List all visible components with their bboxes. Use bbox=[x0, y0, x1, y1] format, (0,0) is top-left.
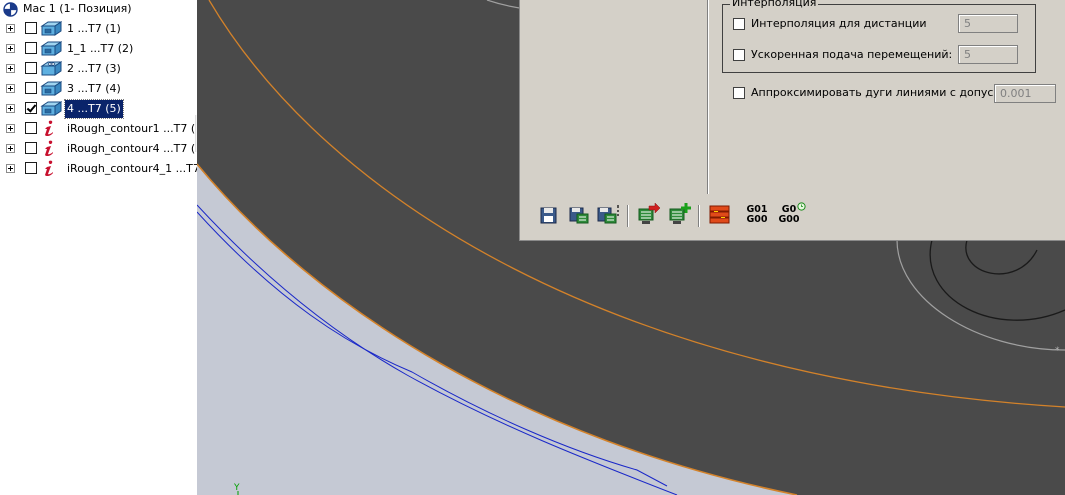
rapid-feed-label: Ускоренная подача перемещений: bbox=[751, 48, 953, 61]
tree-item-label: 1 ...T7 (1) bbox=[67, 22, 121, 35]
tree-item-label: 1_1 ...T7 (2) bbox=[67, 42, 134, 55]
rapid-feed-checkbox[interactable] bbox=[733, 49, 745, 61]
save-icon bbox=[540, 207, 557, 224]
tree-item-checkbox[interactable] bbox=[25, 162, 37, 174]
expand-toggle[interactable] bbox=[6, 144, 15, 153]
save-table-button[interactable] bbox=[568, 203, 590, 227]
toolbar-separator bbox=[698, 205, 700, 227]
approx-arcs-label: Аппроксимировать дуги линиями с допуском… bbox=[751, 86, 1019, 99]
tree-item-checkbox[interactable] bbox=[25, 142, 37, 154]
tree-item-label: iRough_contour4 ...T7 (7) bbox=[67, 142, 207, 155]
g00-label: G00 bbox=[778, 214, 800, 225]
expand-toggle[interactable] bbox=[6, 84, 15, 93]
tree-item-label: 2 ...T7 (3) bbox=[67, 62, 121, 75]
expand-toggle[interactable] bbox=[6, 104, 15, 113]
rapid-feed-input[interactable]: 5 bbox=[958, 45, 1018, 64]
machine-globe-icon bbox=[3, 2, 18, 17]
tree-item-checkbox[interactable] bbox=[25, 22, 37, 34]
save-all-button[interactable] bbox=[596, 203, 619, 227]
expand-toggle[interactable] bbox=[6, 64, 15, 73]
expand-toggle[interactable] bbox=[6, 124, 15, 133]
operation-tree[interactable]: Мас 1 (1- Позиция) 1 ...T7 (1) 1_1 ...T7 … bbox=[0, 0, 219, 495]
g0-g00-button[interactable]: G0 G00 bbox=[775, 202, 806, 225]
approx-arcs-checkbox[interactable] bbox=[733, 87, 745, 99]
approx-arcs-input[interactable]: 0.001 bbox=[994, 84, 1056, 103]
tree-item-label: 4 ...T7 (5) bbox=[64, 99, 124, 119]
tree-item-checkbox[interactable] bbox=[25, 42, 37, 54]
layers-icon bbox=[709, 205, 730, 224]
expand-toggle[interactable] bbox=[6, 24, 15, 33]
add-button[interactable] bbox=[668, 203, 691, 227]
expand-toggle[interactable] bbox=[6, 164, 15, 173]
interp-distance-checkbox[interactable] bbox=[733, 18, 745, 30]
fixture-marker: * bbox=[1055, 346, 1060, 356]
interp-distance-input[interactable]: 5 bbox=[958, 14, 1018, 33]
g01-g00-button[interactable]: G01 G00 bbox=[743, 205, 771, 225]
g00-label: G00 bbox=[746, 214, 768, 225]
expand-toggle[interactable] bbox=[6, 44, 15, 53]
export-button[interactable] bbox=[637, 202, 661, 227]
save-table-icon bbox=[569, 207, 589, 224]
tree-item-label: iRough_contour1 ...T7 (6) bbox=[67, 122, 207, 135]
export-icon bbox=[638, 202, 661, 224]
layers-button[interactable] bbox=[708, 203, 730, 227]
group-divider-highlight bbox=[708, 0, 709, 194]
tree-item-checkbox[interactable] bbox=[25, 102, 37, 114]
toolbar-separator bbox=[627, 205, 629, 227]
tree-item-label: 3 ...T7 (4) bbox=[67, 82, 121, 95]
postprocessor-settings-dialog: Интерполяция Интерполяция для дистанции … bbox=[519, 0, 1065, 241]
add-icon bbox=[669, 203, 691, 224]
tree-root-label: Мас 1 (1- Позиция) bbox=[23, 2, 132, 15]
tree-item-checkbox[interactable] bbox=[25, 82, 37, 94]
interpolation-group-title: Интерполяция bbox=[730, 0, 819, 9]
g0-label: G0 bbox=[781, 204, 797, 215]
tree-item-checkbox[interactable] bbox=[25, 62, 37, 74]
interp-distance-label: Интерполяция для дистанции bbox=[751, 17, 927, 30]
tree-item-checkbox[interactable] bbox=[25, 122, 37, 134]
save-button[interactable] bbox=[538, 203, 560, 227]
clock-icon bbox=[797, 202, 806, 211]
axis-y-label: Y bbox=[233, 483, 240, 493]
save-all-icon bbox=[597, 205, 619, 224]
